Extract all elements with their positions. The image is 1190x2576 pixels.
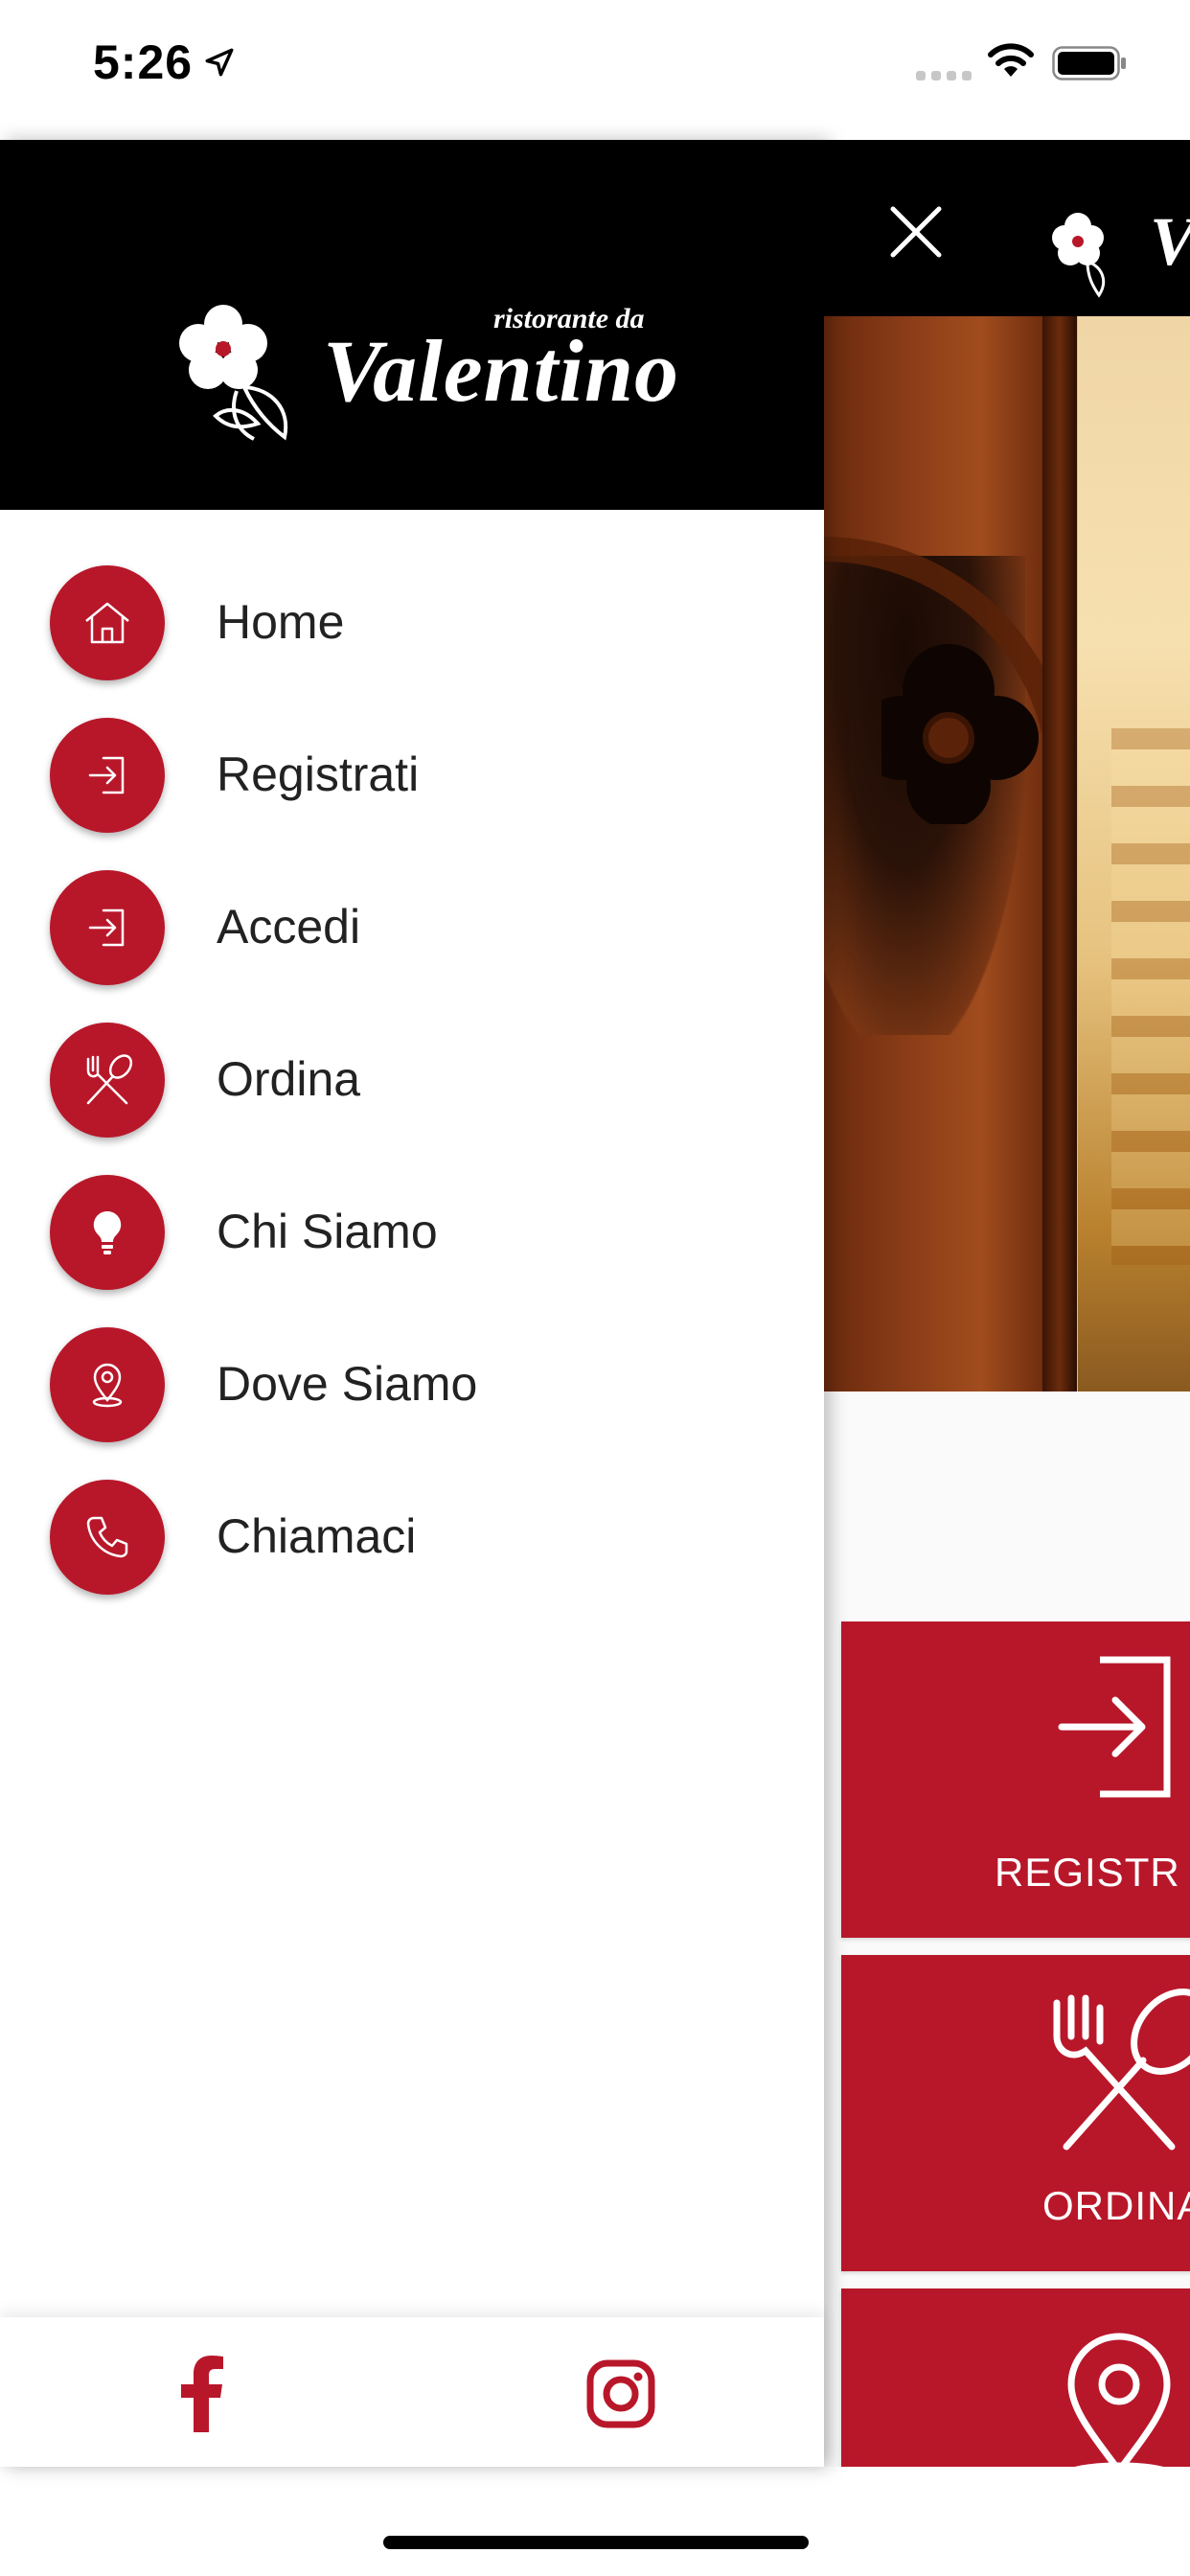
tile-label: REGISTR xyxy=(995,1850,1180,1895)
menu-icon-circle xyxy=(50,1175,165,1290)
instagram-icon[interactable] xyxy=(586,2359,655,2428)
lightbulb-icon xyxy=(93,1210,122,1254)
tile-label: ORDINA xyxy=(1042,2183,1190,2228)
fork-spoon-icon xyxy=(1053,1989,1190,2150)
map-pin-icon xyxy=(1067,2333,1171,2467)
menu-item-label: Home xyxy=(217,595,345,649)
signal-icon xyxy=(916,71,972,80)
menu-item-label: Chi Siamo xyxy=(217,1205,438,1258)
menu-item-label: Accedi xyxy=(217,900,361,954)
logo-title: Valentino xyxy=(323,322,680,420)
menu-item-home[interactable]: Home xyxy=(0,552,824,680)
menu-item-dove-siamo[interactable]: Dove Siamo xyxy=(0,1314,824,1442)
tile-ordina[interactable]: ORDINA xyxy=(841,1955,1190,2271)
main-header: V xyxy=(824,140,1190,316)
battery-icon xyxy=(1052,46,1126,80)
map-pin-icon xyxy=(92,1363,123,1408)
menu-item-accedi[interactable]: Accedi xyxy=(0,857,824,985)
menu-icon-circle xyxy=(50,1327,165,1442)
facebook-icon[interactable] xyxy=(172,2354,230,2432)
menu-item-chiamaci[interactable]: Chiamaci xyxy=(0,1466,824,1595)
menu-item-label: Registrati xyxy=(217,748,420,801)
sign-in-icon xyxy=(1058,1656,1171,1798)
menu-item-label: Chiamaci xyxy=(217,1509,417,1563)
home-indicator[interactable] xyxy=(383,2536,809,2549)
close-menu-button[interactable] xyxy=(872,194,960,270)
menu-icon-circle xyxy=(50,565,165,680)
main-screen: V REGISTR xyxy=(824,140,1190,2467)
menu-item-label: Dove Siamo xyxy=(217,1357,478,1411)
menu-icon-circle xyxy=(50,718,165,833)
menu-icon-circle xyxy=(50,1023,165,1138)
status-time: 5:26 xyxy=(93,35,194,89)
tile-registrati[interactable]: REGISTR xyxy=(841,1622,1190,1938)
sign-in-icon xyxy=(88,756,125,794)
social-bar xyxy=(0,2317,824,2467)
sign-in-icon xyxy=(88,908,125,947)
restaurant-photo xyxy=(824,316,1190,1392)
svg-text:V: V xyxy=(1150,203,1190,280)
home-icon xyxy=(85,602,129,644)
menu-icon-circle xyxy=(50,1480,165,1595)
menu-item-ordina[interactable]: Ordina xyxy=(0,1009,824,1138)
restaurant-logo: ristorante da Valentino xyxy=(177,303,678,447)
menu-icon-circle xyxy=(50,870,165,985)
menu-item-registrati[interactable]: Registrati xyxy=(0,704,824,833)
status-bar: 5:26 xyxy=(0,0,1190,140)
menu-item-chi-siamo[interactable]: Chi Siamo xyxy=(0,1162,824,1290)
navigation-drawer: ristorante da Valentino Home Registrati xyxy=(0,140,824,2467)
location-arrow-icon xyxy=(205,48,234,77)
menu-item-label: Ordina xyxy=(217,1052,361,1106)
phone-icon xyxy=(86,1516,128,1558)
main-tiles: REGISTR ORDINA xyxy=(841,1622,1190,2467)
fork-spoon-icon xyxy=(86,1054,133,1105)
flower-logo-icon xyxy=(179,305,288,441)
close-icon xyxy=(890,206,942,258)
drawer-header: ristorante da Valentino xyxy=(0,140,824,510)
wifi-icon xyxy=(988,43,1034,77)
tile-dove-siamo[interactable] xyxy=(841,2288,1190,2467)
header-logo: V xyxy=(1052,203,1190,298)
